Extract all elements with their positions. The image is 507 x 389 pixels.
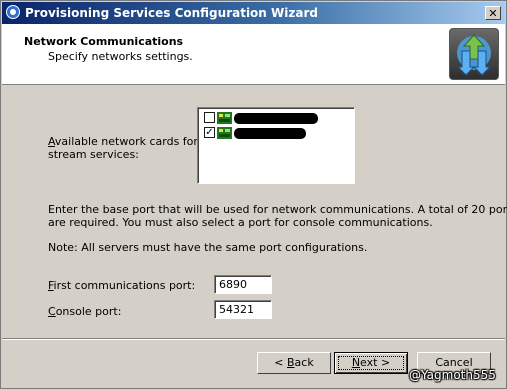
- header-panel: Network Communications Specify networks …: [2, 24, 505, 85]
- network-card-icon: [217, 127, 232, 139]
- first-port-input[interactable]: 6890: [214, 275, 272, 294]
- nic-checkbox[interactable]: ✓: [204, 127, 215, 138]
- redacted-nic-name: [234, 113, 318, 124]
- window-title: Provisioning Services Configuration Wiza…: [25, 6, 318, 20]
- console-port-input[interactable]: 54321: [214, 300, 272, 319]
- network-transfer-icon: [449, 28, 499, 80]
- back-button[interactable]: < Back: [257, 352, 331, 374]
- page-title: Network Communications: [24, 35, 184, 48]
- close-button[interactable]: ✕: [485, 6, 501, 20]
- console-port-label: Console port:: [48, 305, 122, 318]
- wizard-window: Provisioning Services Configuration Wiza…: [0, 0, 507, 389]
- redacted-nic-name: [234, 128, 306, 139]
- list-item[interactable]: ✓: [204, 127, 344, 141]
- page-subtitle: Specify networks settings.: [48, 50, 193, 63]
- title-bar[interactable]: Provisioning Services Configuration Wiza…: [2, 2, 505, 24]
- first-port-label: First communications port:: [48, 279, 196, 292]
- network-cards-label: Available network cards for stream servi…: [48, 135, 198, 161]
- note-text: Note: All servers must have the same por…: [48, 241, 368, 254]
- network-card-icon: [217, 112, 232, 124]
- nic-checkbox[interactable]: [204, 112, 215, 123]
- watermark-text: @Yagmoth555: [409, 368, 496, 382]
- focus-rect: [338, 356, 404, 370]
- footer-divider: [2, 338, 505, 340]
- next-button[interactable]: Next >: [334, 352, 408, 374]
- app-icon: [6, 5, 20, 19]
- list-item[interactable]: [204, 112, 344, 126]
- port-info-text: Enter the base port that will be used fo…: [48, 203, 507, 229]
- network-card-list[interactable]: ✓: [197, 107, 355, 184]
